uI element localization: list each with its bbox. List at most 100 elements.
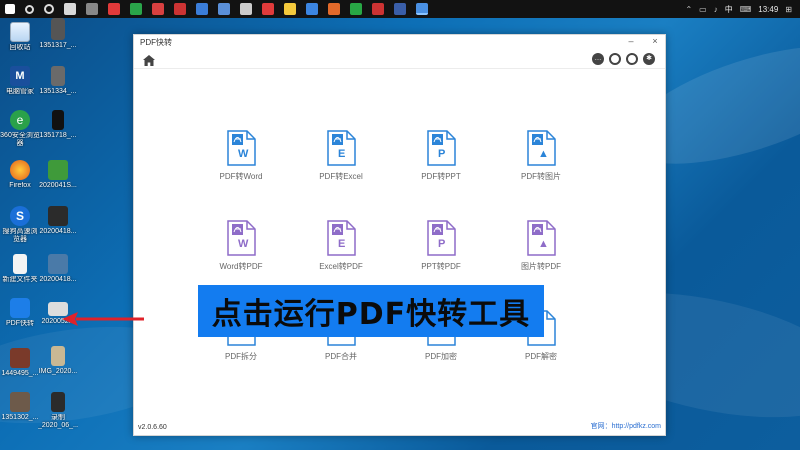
firefox-icon: [10, 160, 30, 180]
red-pointer-arrow-icon: [62, 312, 144, 326]
tool-tile-label: PPT转PDF: [421, 262, 461, 271]
desktop-icon-image-file[interactable]: 20200418...: [38, 206, 78, 236]
ime-indicator[interactable]: 中: [725, 4, 733, 15]
close-button[interactable]: ×: [649, 36, 661, 46]
tool-tile-label: PDF转Excel: [319, 172, 363, 181]
desktop-icon-sogou-browser[interactable]: S 搜狗高速浏览器: [0, 206, 40, 244]
tool-tile-label: PDF加密: [425, 352, 457, 361]
tool-tile-label: PDF解密: [525, 352, 557, 361]
tool-tile[interactable]: E PDF转Excel: [301, 130, 381, 182]
taskbar-app-icon[interactable]: [86, 3, 98, 15]
tool-tile[interactable]: ▲ PDF转图片: [501, 130, 581, 182]
ime-mode-icon[interactable]: ⌨: [740, 5, 752, 14]
taskbar-app-icon[interactable]: [130, 3, 142, 15]
taskbar-app-icon[interactable]: [394, 3, 406, 15]
windows-start-icon[interactable]: [5, 4, 15, 14]
hidden-icons-chevron-icon[interactable]: ⌃: [685, 5, 692, 14]
tool-tile[interactable]: ▲ 图片转PDF: [501, 220, 581, 272]
tile-format-letter: P: [438, 148, 446, 160]
tile-format-letter: W: [238, 148, 249, 160]
image-thumbnail-icon: [10, 348, 30, 368]
taskbar-app-icon[interactable]: [328, 3, 340, 15]
version-label: v2.0.6.60: [138, 424, 167, 431]
desktop-icon-new-folder[interactable]: 新建文件夹: [0, 254, 40, 284]
instruction-banner: 点击运行PDF快转工具: [198, 285, 544, 337]
tile-format-letter: W: [238, 238, 249, 250]
desktop-icon-image-file[interactable]: 1449495_...: [0, 348, 40, 378]
taskbar-app-icon[interactable]: [218, 3, 230, 15]
taskbar-app-icon[interactable]: [152, 3, 164, 15]
minimize-button[interactable]: –: [625, 36, 637, 46]
tile-format-letter: P: [438, 238, 446, 250]
tool-tile-label: PDF转PPT: [421, 172, 461, 181]
taskbar-app-icon[interactable]: [240, 3, 252, 15]
taskbar: ⌃ ▭ ♪ 中 ⌨ 13:49 ⊞: [0, 0, 800, 18]
website-link[interactable]: 官网：http://pdfkz.com: [591, 421, 661, 431]
desktop-icon-pc-manager[interactable]: M 电脑管家: [0, 66, 40, 96]
desktop-icon-image-file[interactable]: 20200418...: [38, 254, 78, 284]
taskbar-app-icon[interactable]: [284, 3, 296, 15]
window-titlebar[interactable]: PDF快转 – ×: [134, 35, 665, 49]
image-thumbnail-icon: [48, 206, 68, 226]
notification-icon[interactable]: ⊞: [785, 5, 792, 14]
taskbar-app-icon[interactable]: [64, 3, 76, 15]
tile-format-letter: E: [338, 238, 346, 250]
pdf-kuaizhuan-app-icon: [10, 298, 30, 318]
image-thumbnail-icon: [48, 254, 68, 274]
task-view-icon[interactable]: [44, 4, 54, 14]
desktop-icon-image-file[interactable]: 2020041S...: [38, 160, 78, 190]
pdf-document-icon: W: [226, 220, 256, 256]
volume-icon[interactable]: ♪: [714, 5, 718, 14]
window-toolbar: … ✱: [134, 49, 665, 69]
taskbar-app-icon[interactable]: [306, 3, 318, 15]
tool-tile[interactable]: P PDF转PPT: [401, 130, 481, 182]
toolbar-actions: … ✱: [592, 53, 655, 65]
desktop-icon-recycle-bin[interactable]: 回收站: [0, 22, 40, 52]
tile-format-letter: ▲: [538, 148, 549, 160]
folder-icon: [13, 254, 27, 274]
pdf-kuaizhuan-window: PDF快转 – × … ✱ W PDF转Word E PDF转Excel P PDF转PP…: [133, 34, 666, 436]
headset-support-icon[interactable]: [609, 53, 621, 65]
window-title: PDF快转: [140, 38, 172, 47]
taskbar-app-icon-active[interactable]: [416, 3, 428, 15]
desktop-icon-image-file[interactable]: 1351718_...: [38, 110, 78, 140]
taskbar-app-icon[interactable]: [350, 3, 362, 15]
desktop-icon-pdf-kuaizhuan[interactable]: PDF快转: [0, 298, 40, 328]
desktop-icon-image-file[interactable]: 1351334_...: [38, 66, 78, 96]
system-tray: ⌃ ▭ ♪ 中 ⌨ 13:49 ⊞: [685, 0, 792, 18]
desktop-icon-image-file[interactable]: 1351302_...: [0, 392, 40, 422]
desktop-icon-firefox[interactable]: Firefox: [0, 160, 40, 190]
pdf-document-icon: P: [426, 130, 456, 166]
network-icon[interactable]: ▭: [699, 5, 707, 14]
desktop-icon-image-file[interactable]: IMG_2020...: [38, 346, 78, 376]
tile-format-letter: ▲: [538, 238, 549, 250]
chat-icon[interactable]: …: [592, 53, 604, 65]
home-icon[interactable]: [143, 53, 155, 71]
user-account-icon[interactable]: [626, 53, 638, 65]
recycle-bin-icon: [10, 22, 30, 42]
desktop-icon-image-file[interactable]: 1351317_...: [38, 18, 78, 50]
taskbar-app-icon[interactable]: [174, 3, 186, 15]
pdf-document-icon: E: [326, 130, 356, 166]
tool-tile-label: 图片转PDF: [521, 262, 561, 271]
tool-tile[interactable]: P PPT转PDF: [401, 220, 481, 272]
pdf-document-icon: W: [226, 130, 256, 166]
desktop-icon-video-file[interactable]: 录制_2020_06_...: [38, 392, 78, 430]
tool-tile[interactable]: W PDF转Word: [201, 130, 281, 182]
taskbar-app-icon[interactable]: [372, 3, 384, 15]
taskbar-app-icon[interactable]: [262, 3, 274, 15]
taskbar-app-icon[interactable]: [196, 3, 208, 15]
tile-format-letter: E: [338, 148, 346, 160]
tool-tile[interactable]: W Word转PDF: [201, 220, 281, 272]
settings-gear-icon[interactable]: ✱: [643, 53, 655, 65]
search-icon[interactable]: [25, 4, 34, 14]
tool-tile[interactable]: E Excel转PDF: [301, 220, 381, 272]
taskbar-app-icon[interactable]: [108, 3, 120, 15]
image-thumbnail-icon: [51, 18, 65, 40]
banner-text: 点击运行PDF快转工具: [211, 297, 531, 332]
desktop-icon-360-browser[interactable]: e 360安全浏览器: [0, 110, 40, 148]
tool-tile-label: PDF合并: [325, 352, 357, 361]
image-thumbnail-icon: [52, 110, 64, 130]
clock[interactable]: 13:49: [758, 5, 778, 14]
image-thumbnail-icon: [51, 346, 65, 366]
